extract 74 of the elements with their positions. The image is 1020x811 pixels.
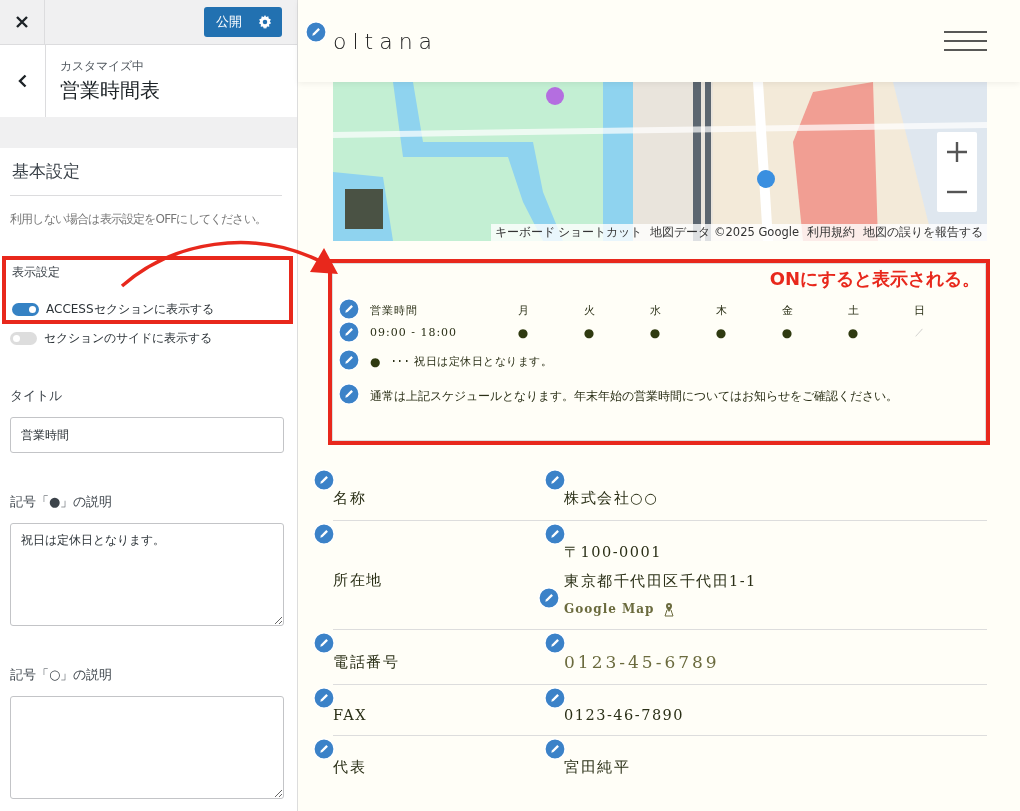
site-logo[interactable]: oltana	[333, 28, 439, 54]
edit-icon[interactable]	[313, 469, 335, 491]
info-value: 株式会社○○	[564, 489, 659, 508]
edit-icon[interactable]	[544, 523, 566, 545]
hours-heading: 営業時間	[370, 304, 418, 317]
day-status: ●	[714, 326, 728, 340]
day-status: ●	[780, 326, 794, 340]
weekday-label: 水	[648, 303, 662, 318]
edit-icon[interactable]	[544, 469, 566, 491]
gear-icon	[258, 15, 272, 29]
edit-icon[interactable]	[313, 738, 335, 760]
map-attribution[interactable]: キーボード ショートカット	[494, 225, 643, 240]
map-link[interactable]: 地図の誤りを報告する	[863, 225, 983, 240]
weekday-label: 火	[582, 303, 596, 318]
edit-icon[interactable]	[338, 349, 360, 371]
weekday-label: 日	[912, 303, 926, 318]
breadcrumb: カスタマイズ中	[60, 58, 145, 75]
info-label: 所在地	[333, 570, 383, 590]
edit-icon[interactable]	[338, 383, 360, 405]
day-status: ●	[582, 326, 596, 340]
zoom-in-icon[interactable]	[946, 141, 968, 163]
phone-number: 0123-45-6789	[564, 652, 720, 672]
day-status: ●	[846, 326, 860, 340]
map-link[interactable]: 地図データ ©2025 Google	[650, 225, 799, 240]
hours-time: 09:00 - 18:00	[370, 326, 458, 339]
legend-text: ･･･ 祝日は定休日となります。	[391, 354, 553, 369]
edit-icon[interactable]	[544, 687, 566, 709]
chevron-left-icon	[18, 74, 27, 88]
edit-icon[interactable]	[313, 523, 335, 545]
edit-icon[interactable]	[313, 687, 335, 709]
toggle-label: ACCESSセクションに表示する	[46, 301, 214, 318]
panel-title: 営業時間表	[60, 77, 160, 104]
description-textarea[interactable]: 祝日は定休日となります。	[10, 523, 284, 626]
field-label: タイトル	[10, 387, 63, 405]
info-value: 東京都千代田区千代田1-1	[564, 572, 757, 591]
map-pin-icon	[662, 601, 677, 617]
weekday-label: 木	[714, 303, 728, 318]
close-icon	[16, 16, 28, 28]
hours-note: 通常は上記スケジュールとなります。年末年始の営業時間についてはお知らせをご確認ください。	[370, 388, 898, 405]
day-status: ●	[648, 326, 662, 340]
toggle-switch[interactable]	[10, 332, 37, 345]
title-input[interactable]: 営業時間	[10, 417, 284, 453]
section-title: 基本設定	[11, 160, 81, 183]
toggle-label: セクションのサイドに表示する	[44, 330, 212, 347]
info-label: 代表	[333, 758, 366, 777]
info-label: FAX	[333, 707, 368, 723]
edit-icon[interactable]	[544, 632, 566, 654]
weekday-label: 土	[846, 303, 860, 318]
edit-icon[interactable]	[538, 587, 560, 609]
weekday-label: 月	[516, 303, 530, 318]
info-value: 〒100-0001	[564, 543, 663, 562]
edit-icon[interactable]	[544, 738, 566, 760]
legend-symbol: ●	[370, 354, 381, 369]
info-label: 名称	[333, 489, 366, 508]
help-text: 利用しない場合は表示設定をOFFにしてください。	[10, 211, 268, 228]
info-value: 宮田純平	[564, 758, 630, 777]
day-status: ／	[913, 326, 925, 339]
field-label: 記号「●」の説明	[10, 493, 114, 511]
info-label: 電話番号	[333, 652, 399, 672]
field-label: 記号「○」の説明	[10, 666, 114, 684]
publish-button[interactable]: 公開	[204, 7, 282, 37]
annotation-text: ONにすると表示される。	[768, 267, 981, 291]
edit-icon[interactable]	[338, 298, 360, 320]
info-value: 0123-46-7890	[564, 707, 685, 723]
day-status: ●	[516, 326, 530, 340]
map-link[interactable]: Google Map	[564, 602, 655, 616]
toggle-switch[interactable]	[12, 303, 39, 316]
edit-icon[interactable]	[305, 20, 327, 43]
menu-icon[interactable]	[944, 31, 987, 51]
map-link[interactable]: 利用規約	[807, 225, 855, 240]
edit-icon[interactable]	[338, 321, 360, 343]
edit-icon[interactable]	[313, 632, 335, 654]
weekday-label: 金	[780, 303, 794, 318]
field-label: 表示設定	[12, 264, 61, 281]
